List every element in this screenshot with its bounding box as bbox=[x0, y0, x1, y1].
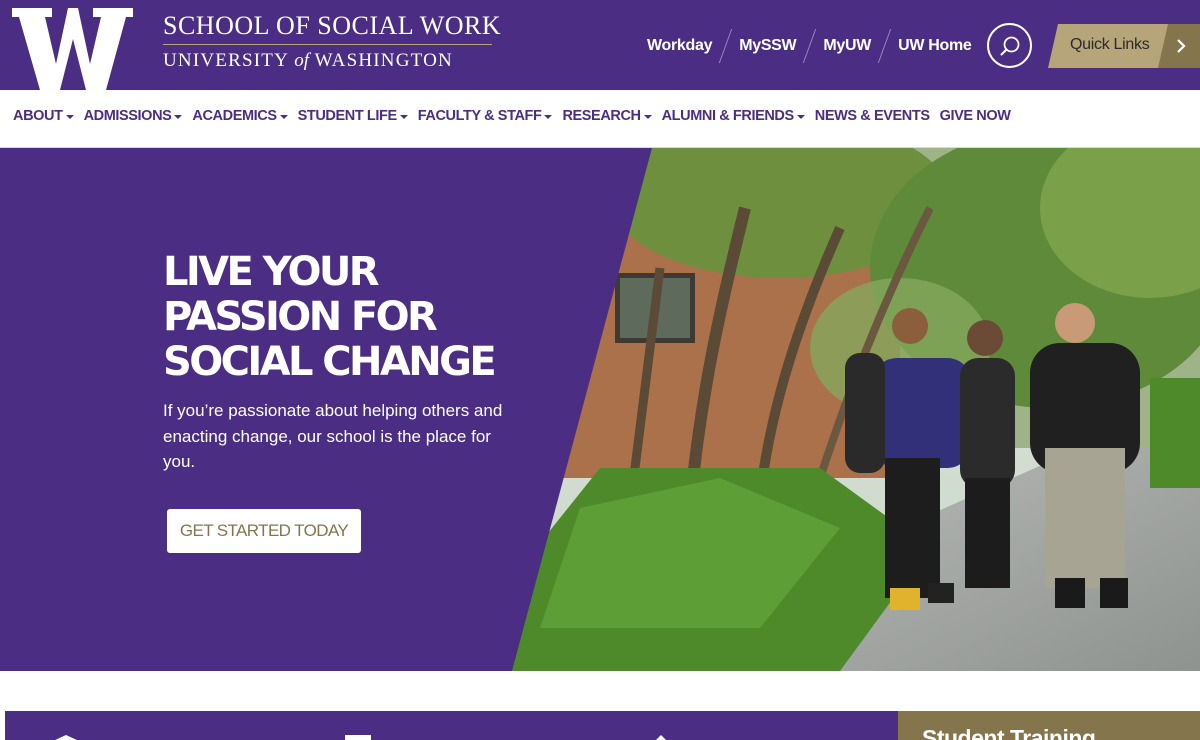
nav-item-faculty-staff[interactable]: FACULTY & STAFF bbox=[418, 108, 553, 124]
caret-down-icon bbox=[643, 115, 652, 119]
search-button[interactable] bbox=[987, 23, 1032, 68]
nav-item-alumni-friends[interactable]: ALUMNI & FRIENDS bbox=[662, 108, 805, 124]
feature-links-strip bbox=[5, 711, 898, 740]
school-name: SCHOOL OF SOCIAL WORK bbox=[163, 11, 502, 40]
nav-item-label: RESEARCH bbox=[562, 108, 641, 124]
nav-item-about[interactable]: ABOUT bbox=[13, 108, 74, 124]
caret-down-icon bbox=[65, 115, 74, 119]
caret-down-icon bbox=[174, 115, 183, 119]
main-navigation: ABOUT ADMISSIONS ACADEMICS STUDENT LIFE … bbox=[0, 90, 1200, 148]
hero-banner: LIVE YOUR PASSION FOR SOCIAL CHANGE If y… bbox=[0, 148, 1200, 671]
nav-item-news-events[interactable]: NEWS & EVENTS bbox=[815, 108, 930, 124]
nav-item-label: ALUMNI & FRIENDS bbox=[661, 108, 795, 124]
utility-separator bbox=[877, 29, 892, 63]
wordmark-divider bbox=[163, 44, 492, 45]
nav-item-label: FACULTY & STAFF bbox=[417, 108, 542, 124]
student-training-heading[interactable]: Student Training bbox=[922, 725, 1096, 740]
nav-item-admissions[interactable]: ADMISSIONS bbox=[84, 108, 183, 124]
utility-link-workday[interactable]: Workday bbox=[647, 37, 712, 55]
nav-item-label: ACADEMICS bbox=[192, 108, 277, 124]
caret-down-icon bbox=[796, 115, 805, 119]
quick-links-button[interactable]: Quick Links bbox=[1048, 24, 1200, 68]
nav-item-label: GIVE NOW bbox=[939, 108, 1011, 124]
hero-title: LIVE YOUR PASSION FOR SOCIAL CHANGE bbox=[163, 250, 523, 385]
hero-title-line: LIVE YOUR bbox=[163, 249, 380, 295]
diamond-icon[interactable] bbox=[653, 735, 669, 740]
caret-down-icon bbox=[399, 115, 408, 119]
school-wordmark[interactable]: SCHOOL OF SOCIAL WORK UNIVERSITY of WASH… bbox=[163, 10, 502, 73]
book-icon[interactable] bbox=[345, 735, 371, 740]
utility-link-myssw[interactable]: MySSW bbox=[739, 37, 796, 55]
chevron-right-icon bbox=[1177, 39, 1186, 53]
get-started-button[interactable]: GET STARTED TODAY bbox=[167, 509, 361, 553]
main-nav-list: ABOUT ADMISSIONS ACADEMICS STUDENT LIFE … bbox=[13, 108, 1021, 124]
quick-links-label: Quick Links bbox=[1070, 36, 1150, 53]
nav-item-label: NEWS & EVENTS bbox=[814, 108, 930, 124]
university-name-pre: UNIVERSITY bbox=[163, 50, 295, 71]
utility-separator bbox=[803, 29, 817, 63]
nav-item-label: ADMISSIONS bbox=[83, 108, 172, 124]
university-name-post: WASHINGTON bbox=[309, 50, 453, 71]
utility-separator bbox=[719, 29, 733, 63]
caret-down-icon bbox=[279, 115, 288, 119]
hero-title-line: SOCIAL CHANGE bbox=[163, 339, 497, 385]
nav-item-research[interactable]: RESEARCH bbox=[562, 108, 652, 124]
hero-description: If you’re passionate about helping other… bbox=[163, 401, 503, 471]
nav-item-give-now[interactable]: GIVE NOW bbox=[940, 108, 1011, 124]
graduation-cap-icon[interactable] bbox=[53, 735, 79, 740]
utility-link-uw-home[interactable]: UW Home bbox=[898, 37, 972, 55]
hero-title-line: PASSION FOR bbox=[163, 294, 438, 340]
utility-link-myuw[interactable]: MyUW bbox=[823, 37, 871, 55]
nav-item-student-life[interactable]: STUDENT LIFE bbox=[298, 108, 408, 124]
uw-w-logo[interactable] bbox=[12, 8, 133, 90]
search-icon bbox=[1000, 36, 1019, 55]
site-header: SCHOOL OF SOCIAL WORK UNIVERSITY of WASH… bbox=[0, 0, 1200, 90]
caret-down-icon bbox=[544, 115, 553, 119]
nav-item-label: STUDENT LIFE bbox=[297, 108, 398, 124]
student-training-panel: Student Training bbox=[898, 711, 1200, 740]
university-name-of: of bbox=[294, 50, 310, 71]
nav-item-label: ABOUT bbox=[13, 108, 63, 124]
utility-links: Workday MySSW MyUW UW Home bbox=[647, 29, 972, 63]
university-name: UNIVERSITY of WASHINGTON bbox=[163, 49, 493, 73]
nav-item-academics[interactable]: ACADEMICS bbox=[192, 108, 288, 124]
